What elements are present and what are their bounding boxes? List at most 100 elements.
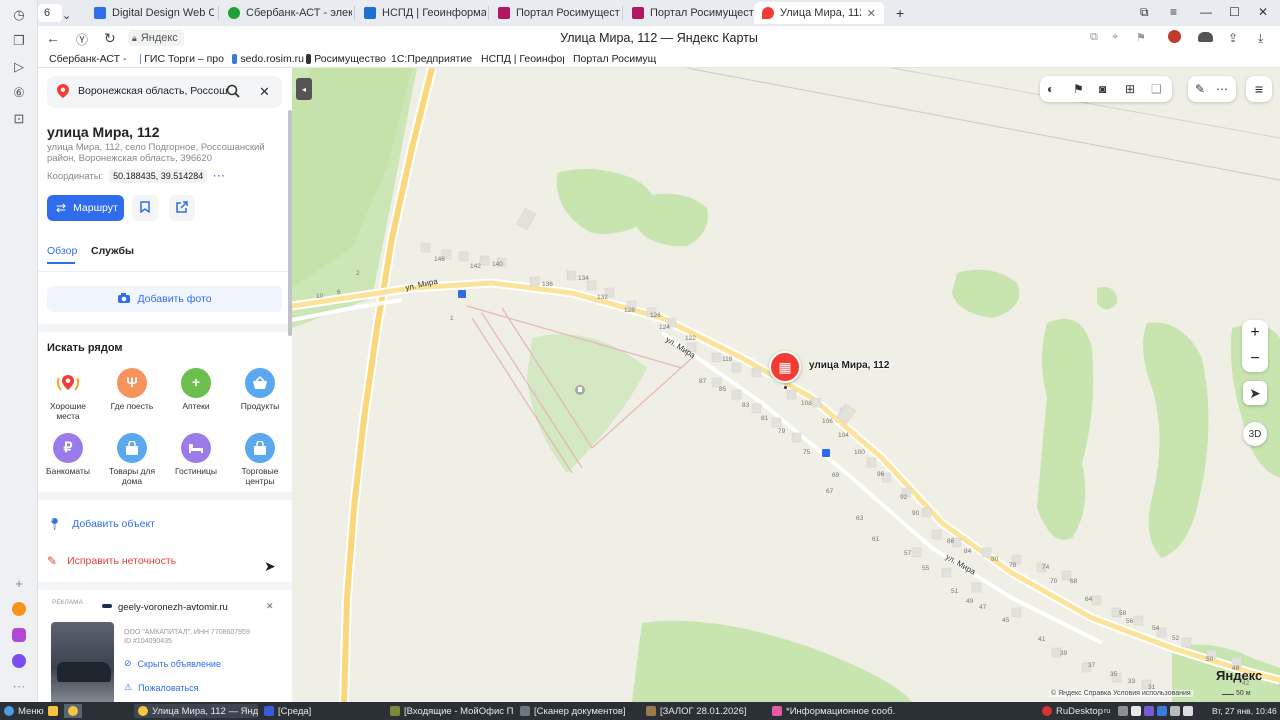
play-icon[interactable]: ▷	[10, 58, 28, 76]
ruler-icon[interactable]: ✎	[1195, 82, 1205, 96]
history-icon[interactable]: ◷	[10, 6, 28, 24]
bookmark-item[interactable]: 1С:Предприятие	[388, 53, 472, 65]
bookmark-item[interactable]: Портал Росимущ	[570, 53, 656, 65]
category-malls[interactable]: Торговые центры	[230, 433, 290, 486]
add-panel-icon[interactable]: +	[10, 574, 28, 592]
taskbar-item-5[interactable]: *Информационное сооб...	[772, 704, 896, 718]
close-tab-icon[interactable]: ✕	[867, 7, 876, 20]
download-icon[interactable]: ⤓	[1258, 31, 1263, 46]
more-dots-icon[interactable]: ···	[213, 171, 226, 182]
clock[interactable]: Вт, 27 янв, 10:46	[1212, 704, 1277, 718]
ok-app-icon[interactable]	[10, 600, 28, 618]
coordinates-value[interactable]: 50.188435, 39.514284	[109, 169, 208, 183]
collapse-panel-button[interactable]: ◂	[296, 78, 312, 100]
hat-extension-icon[interactable]	[1198, 32, 1213, 42]
fix-error-link[interactable]: ✎ Исправить неточность	[47, 554, 176, 568]
ad-car-image[interactable]	[51, 622, 114, 702]
menu-icon[interactable]: ≡	[1170, 5, 1177, 19]
taskbar-item-2[interactable]: [Входящие - МойОфис П...	[390, 704, 514, 718]
tab-3[interactable]: Портал Росимущества	[490, 2, 620, 24]
location-icon[interactable]: ⌖	[1112, 31, 1118, 44]
tray-icon[interactable]	[1170, 706, 1180, 716]
counter-icon[interactable]: ⑥	[10, 84, 28, 102]
category-pharmacy[interactable]: + Аптеки	[166, 368, 226, 412]
panorama-icon[interactable]: ◐	[1047, 82, 1054, 96]
camera-layer-icon[interactable]: ◙	[1099, 82, 1106, 96]
tray-icon[interactable]	[1118, 706, 1128, 716]
more-icon[interactable]: ⋯	[10, 678, 28, 696]
taskbar-item-3[interactable]: [Сканер документов]	[520, 704, 640, 718]
3d-button[interactable]: 3D	[1243, 422, 1267, 446]
category-home-goods[interactable]: Товары для дома	[102, 433, 162, 486]
close-window-icon[interactable]: ✕	[1258, 5, 1268, 19]
category-good-places[interactable]: Хорошие места	[38, 368, 98, 421]
tray-icon[interactable]	[1157, 706, 1167, 716]
zoom-out-button[interactable]: −	[1242, 346, 1268, 372]
file-manager-icon[interactable]	[48, 704, 58, 718]
minimize-icon[interactable]: —	[1200, 5, 1212, 19]
tray-icon[interactable]	[1131, 706, 1141, 716]
keyboard-layout[interactable]: ru	[1104, 704, 1110, 718]
transit-icon[interactable]: ⊞	[1125, 82, 1135, 96]
category-groceries[interactable]: Продукты	[230, 368, 290, 412]
tab-overview[interactable]: Обзор	[47, 245, 77, 257]
bookmark-item[interactable]: Росимущество	[306, 53, 386, 65]
translate-icon[interactable]: ⧉	[1090, 31, 1098, 44]
tray-icon[interactable]	[1183, 706, 1193, 716]
start-menu-button[interactable]: Меню	[4, 704, 44, 718]
more-tools-icon[interactable]: ⋯	[1216, 82, 1228, 96]
ad-domain[interactable]: geely-voronezh-avtomir.ru	[118, 602, 228, 613]
bookmark-item[interactable]: Сбербанк-АСТ -	[46, 53, 126, 65]
layers-icon[interactable]: ❑	[1151, 82, 1162, 96]
bookmark-item[interactable]: ГИС Торги – про	[140, 53, 224, 65]
bookmark-icon[interactable]: ⚑	[1136, 31, 1146, 44]
bookmark-item[interactable]: НСПД | Геоинфор	[478, 53, 564, 65]
collections-icon[interactable]: ❐	[10, 32, 28, 50]
selected-place-pin[interactable]: ▦	[769, 351, 801, 383]
share-icon[interactable]: ⇪	[1228, 31, 1238, 45]
route-button[interactable]: ⇄ Маршрут	[47, 195, 124, 221]
tab-services[interactable]: Службы	[91, 245, 134, 257]
category-atm[interactable]: ₽ Банкоматы	[38, 433, 98, 477]
maximize-icon[interactable]: ☐	[1229, 5, 1240, 19]
share-place-button[interactable]	[169, 195, 195, 221]
tab-5-active[interactable]: Улица Мира, 112 — Янд ✕	[754, 2, 884, 24]
report-ad-link[interactable]: ⚠ Пожаловаться	[124, 682, 199, 693]
extension-icon[interactable]	[1168, 30, 1181, 43]
tab-0[interactable]: Digital Design Web Client	[86, 2, 214, 24]
tab-4[interactable]: Портал Росимущества	[624, 2, 754, 24]
tray-icon[interactable]	[1144, 706, 1154, 716]
my-location-button[interactable]: ➤	[1243, 381, 1267, 405]
map-copyright[interactable]: © Яндекс Справка Условия использования	[1049, 690, 1193, 697]
new-tab-button[interactable]: +	[892, 2, 912, 24]
tab-list-button[interactable]: ⌄	[62, 4, 76, 26]
map-canvas[interactable]: ул. Мира ул. Мира ул. Мира 146 142 140 1…	[292, 68, 1280, 702]
map-menu-button[interactable]: ≡	[1246, 76, 1272, 102]
clear-search-icon[interactable]: ✕	[259, 84, 270, 100]
alice-app-icon[interactable]	[10, 652, 28, 670]
taskbar-item-4[interactable]: [ЗАЛОГ 28.01.2026]	[646, 704, 766, 718]
taskbar-item-0[interactable]: Улица Мира, 112 — Янде...	[134, 704, 258, 718]
tab-1[interactable]: Сбербанк-АСТ - электро	[220, 2, 352, 24]
close-ad-icon[interactable]: ✕	[266, 601, 274, 612]
yandex-browser-quicklaunch-icon[interactable]	[64, 704, 82, 718]
pin-label[interactable]: улица Мира, 112	[809, 360, 889, 371]
category-food[interactable]: Ψ Где поесть	[102, 368, 162, 412]
tray-rudesktop[interactable]: RuDesktop	[1042, 704, 1103, 718]
traffic-icon[interactable]: ⚑	[1073, 82, 1084, 96]
tabs-icon[interactable]: ⧉	[1140, 5, 1149, 20]
tab-counter[interactable]: 6	[38, 4, 62, 22]
add-object-link[interactable]: 📍︎ Добавить объект	[47, 517, 155, 531]
zoom-in-button[interactable]: +	[1242, 320, 1268, 346]
messenger-app-icon[interactable]	[10, 626, 28, 644]
tab-2[interactable]: НСПД | Геоинформацио	[356, 2, 486, 24]
hide-ad-link[interactable]: ⊘ Скрыть объявление	[124, 658, 221, 669]
bookmark-place-button[interactable]	[132, 195, 158, 221]
search-input[interactable]: Воронежская область, Россоша ✕	[47, 76, 282, 108]
add-photo-button[interactable]: Добавить фото	[47, 286, 282, 312]
bookmark-item[interactable]: sedo.rosim.ru	[232, 53, 304, 65]
screenshot-icon[interactable]: ⊡	[10, 110, 28, 128]
category-hotels[interactable]: Гостиницы	[166, 433, 226, 477]
taskbar-item-1[interactable]: [Среда]	[264, 704, 384, 718]
search-icon[interactable]	[226, 84, 240, 101]
